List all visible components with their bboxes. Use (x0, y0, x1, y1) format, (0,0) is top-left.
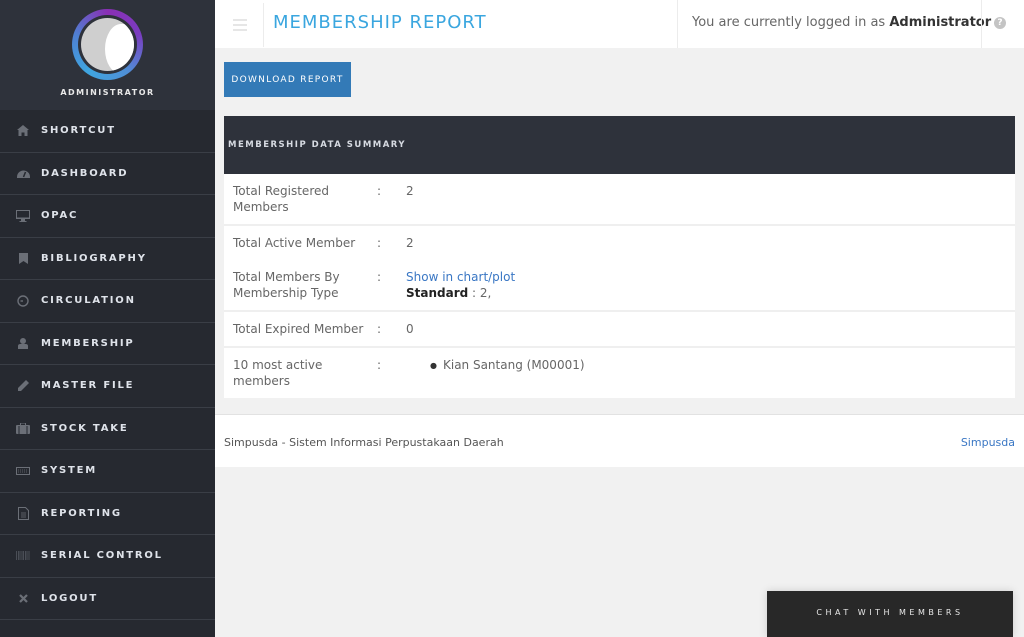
help-icon[interactable]: ? (994, 17, 1006, 29)
row-separator: : (377, 270, 382, 284)
row-label: Total Active Member (233, 236, 356, 250)
page-title: MEMBERSHIP REPORT (273, 12, 487, 33)
row-value: 2 (406, 184, 414, 198)
sidebar-item-label: OPAC (41, 210, 79, 222)
top-bar: MEMBERSHIP REPORT You are currently logg… (215, 0, 1024, 48)
sidebar-item-label: SHORTCUT (41, 125, 116, 137)
sidebar-item-label: MEMBERSHIP (41, 337, 135, 349)
sidebar-item-label: LOGOUT (41, 592, 98, 604)
login-username: Administrator (889, 15, 992, 30)
sidebar-item-label: BIBLIOGRAPHY (41, 252, 147, 264)
home-icon (16, 124, 30, 138)
sidebar-item-label: MASTER FILE (41, 380, 135, 392)
row-value: Show in chart/plot Standard : 2, (406, 269, 1015, 301)
show-chart-link[interactable]: Show in chart/plot (406, 269, 1015, 285)
row-label: 10 most active members (233, 358, 323, 388)
download-report-button[interactable]: DOWNLOAD REPORT (224, 62, 351, 97)
row-separator: : (377, 322, 382, 336)
close-icon (16, 591, 30, 605)
divider (677, 0, 678, 48)
sidebar-item-stock-take[interactable]: STOCK TAKE (0, 408, 215, 450)
user-icon (16, 336, 30, 350)
sidebar-item-circulation[interactable]: CIRCULATION (0, 280, 215, 323)
profile-name: ADMINISTRATOR (60, 88, 155, 97)
sidebar-item-system[interactable]: SYSTEM (0, 450, 215, 493)
sidebar-item-serial-control[interactable]: SERIAL CONTROL (0, 535, 215, 578)
sidebar-item-logout[interactable]: LOGOUT (0, 578, 215, 620)
sidebar: ADMINISTRATOR SHORTCUT DASHBOARD OPAC BI… (0, 0, 215, 637)
keyboard-icon (16, 464, 30, 478)
row-value: Kian Santang (M00001) (406, 357, 1015, 389)
sidebar-item-label: DASHBOARD (41, 167, 129, 179)
row-label: Total Registered Members (233, 184, 329, 214)
sidebar-item-reporting[interactable]: REPORTING (0, 493, 215, 535)
sidebar-item-label: SERIAL CONTROL (41, 550, 163, 562)
sidebar-item-membership[interactable]: MEMBERSHIP (0, 323, 215, 365)
footer-link[interactable]: Simpusda (961, 436, 1015, 449)
divider (981, 0, 982, 48)
row-value: 2 (406, 236, 414, 250)
table-row-most-active: 10 most active members : Kian Santang (M… (224, 348, 1015, 398)
monitor-icon (16, 209, 30, 223)
dashboard-gauge-icon (16, 166, 30, 180)
clock-icon (16, 294, 30, 308)
avatar[interactable] (72, 9, 143, 80)
row-value: 0 (406, 322, 414, 336)
row-label: Total Expired Member (233, 322, 364, 336)
list-item: Kian Santang (M00001) (430, 357, 1015, 374)
sidebar-item-shortcut[interactable]: SHORTCUT (0, 110, 215, 153)
row-separator: : (377, 236, 382, 250)
login-prefix: You are currently logged in as (692, 15, 886, 30)
profile-panel: ADMINISTRATOR (0, 0, 215, 110)
membership-type-name: Standard (406, 286, 469, 300)
hamburger-menu-icon[interactable] (233, 19, 247, 34)
table-row-active-and-type: Total Active Member : 2 Total Members By… (224, 226, 1015, 312)
chat-with-members-button[interactable]: CHAT WITH MEMBERS (767, 591, 1013, 637)
login-status: You are currently logged in as Administr… (692, 15, 991, 30)
footer-text: Simpusda - Sistem Informasi Perpustakaan… (224, 436, 504, 449)
sidebar-item-label: CIRCULATION (41, 295, 136, 307)
divider (263, 3, 264, 47)
document-icon (16, 506, 30, 520)
sidebar-item-dashboard[interactable]: DASHBOARD (0, 153, 215, 195)
bookmark-icon (16, 251, 30, 265)
briefcase-icon (16, 421, 30, 435)
most-active-list: Kian Santang (M00001) (406, 357, 1015, 374)
barcode-icon (16, 549, 30, 563)
table-row-expired: Total Expired Member : 0 (224, 312, 1015, 348)
pencil-icon (16, 379, 30, 393)
sidebar-menu: SHORTCUT DASHBOARD OPAC BIBLIOGRAPHY CIR… (0, 110, 215, 620)
summary-title: MEMBERSHIP DATA SUMMARY (224, 116, 1015, 174)
row-separator: : (377, 184, 382, 198)
table-row-registered: Total Registered Members : 2 (224, 174, 1015, 226)
membership-summary-table: MEMBERSHIP DATA SUMMARY Total Registered… (224, 116, 1015, 398)
sidebar-item-label: STOCK TAKE (41, 422, 129, 434)
footer: Simpusda - Sistem Informasi Perpustakaan… (215, 414, 1024, 467)
row-separator: : (377, 358, 382, 372)
user-silhouette-icon (81, 18, 134, 71)
sidebar-item-opac[interactable]: OPAC (0, 195, 215, 238)
sidebar-item-bibliography[interactable]: BIBLIOGRAPHY (0, 238, 215, 280)
membership-type-count: : 2, (468, 286, 492, 300)
sidebar-item-master-file[interactable]: MASTER FILE (0, 365, 215, 408)
sidebar-item-label: REPORTING (41, 507, 122, 519)
sidebar-item-label: SYSTEM (41, 465, 98, 477)
row-label: Total Members By Membership Type (233, 270, 340, 300)
